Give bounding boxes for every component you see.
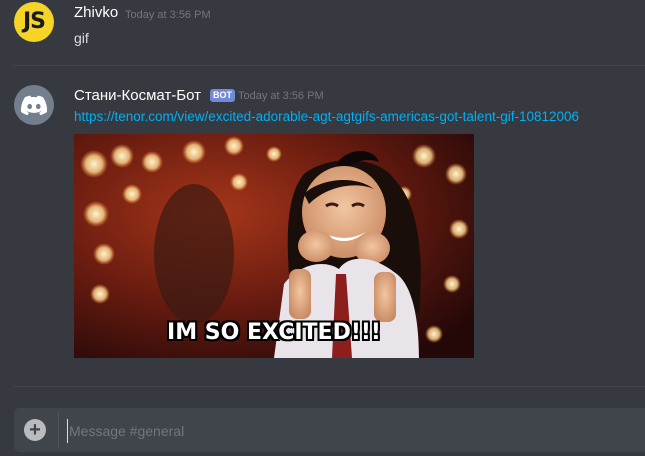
message-input[interactable] xyxy=(67,419,571,443)
username-zhivko[interactable]: Zhivko xyxy=(74,4,118,21)
discord-logo-icon xyxy=(21,95,47,115)
avatar-initials: JS xyxy=(22,9,46,34)
bot-avatar[interactable] xyxy=(14,85,54,125)
gif-embed[interactable]: IM SO EXCITED!!! xyxy=(74,134,474,358)
message-text: gif xyxy=(74,30,89,46)
message-timestamp: Today at 3:56 PM xyxy=(238,90,324,102)
bot-badge: BOT xyxy=(210,89,235,102)
user-avatar-zhivko[interactable]: JS xyxy=(14,2,54,42)
message-divider xyxy=(14,65,645,66)
tenor-link[interactable]: https://tenor.com/view/excited-adorable-… xyxy=(74,109,579,124)
message-timestamp: Today at 3:56 PM xyxy=(125,9,211,21)
username-bot[interactable]: Стани-Космат-Бот xyxy=(74,87,201,104)
plus-circle-icon[interactable]: + xyxy=(24,419,46,441)
gif-caption: IM SO EXCITED!!! xyxy=(167,320,381,345)
chat-messages: JS Zhivko Today at 3:56 PM gif Стани-Кос… xyxy=(0,0,645,456)
composer-divider xyxy=(58,412,59,448)
message-divider xyxy=(14,386,645,387)
message-composer: + xyxy=(14,408,645,452)
